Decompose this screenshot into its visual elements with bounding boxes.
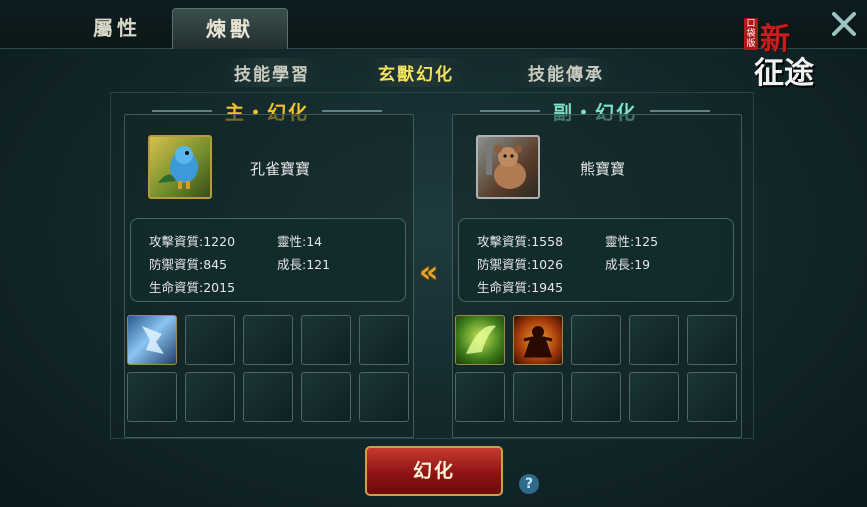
primary-defense: 防禦資質:845 bbox=[149, 257, 228, 272]
peacock-pet-portrait[interactable] bbox=[148, 135, 212, 199]
secondary-pet-name: 熊寶寶 bbox=[580, 160, 626, 178]
primary-skill-slot-2[interactable] bbox=[185, 315, 235, 365]
secondary-skill-slot-3[interactable] bbox=[571, 315, 621, 365]
primary-skill-slot-5[interactable] bbox=[359, 315, 409, 365]
primary-skill-slot-6[interactable] bbox=[127, 372, 177, 422]
primary-life: 生命資質:2015 bbox=[149, 280, 236, 295]
close-icon[interactable] bbox=[830, 10, 858, 38]
primary-stats-box: 攻擊資質:1220 靈性:14 防禦資質:845 成長:121 生命資質:201… bbox=[130, 218, 406, 302]
double-chevron-left-icon: « bbox=[419, 255, 439, 290]
secondary-skill-slot-10[interactable] bbox=[687, 372, 737, 422]
sub-tab-bar: 技能學習 玄獸幻化 技能傳承 bbox=[222, 58, 642, 87]
secondary-skill-slot-1[interactable] bbox=[455, 315, 505, 365]
tab-attributes[interactable]: 屬性 bbox=[60, 8, 174, 48]
secondary-skill-slot-4[interactable] bbox=[629, 315, 679, 365]
logo-edition: 口袋版 bbox=[744, 18, 758, 50]
transform-button[interactable]: 幻化 bbox=[365, 446, 503, 496]
primary-skill-slot-7[interactable] bbox=[185, 372, 235, 422]
secondary-defense: 防禦資質:1026 bbox=[477, 257, 564, 272]
secondary-growth: 成長:19 bbox=[605, 257, 651, 272]
secondary-skill-slot-9[interactable] bbox=[629, 372, 679, 422]
game-logo: 口袋版 新 征途 bbox=[744, 12, 830, 91]
primary-skill-slot-1[interactable] bbox=[127, 315, 177, 365]
secondary-life: 生命資質:1945 bbox=[477, 280, 564, 295]
secondary-skill-slot-6[interactable] bbox=[455, 372, 505, 422]
secondary-skill-slot-8[interactable] bbox=[571, 372, 621, 422]
help-icon[interactable]: ? bbox=[519, 474, 539, 494]
subtab-skill-inherit[interactable]: 技能傳承 bbox=[516, 58, 616, 87]
primary-skill-slot-3[interactable] bbox=[243, 315, 293, 365]
primary-skill-slot-10[interactable] bbox=[359, 372, 409, 422]
tab-beast-refine[interactable]: 煉獸 bbox=[172, 8, 288, 49]
subtab-beast-transform[interactable]: 玄獸幻化 bbox=[366, 58, 466, 87]
primary-spirit: 靈性:14 bbox=[277, 234, 323, 249]
secondary-attack: 攻擊資質:1558 bbox=[477, 234, 564, 249]
primary-skill-slot-9[interactable] bbox=[301, 372, 351, 422]
primary-growth: 成長:121 bbox=[277, 257, 331, 272]
subtab-skill-learn[interactable]: 技能學習 bbox=[222, 58, 322, 87]
bear-pet-portrait[interactable] bbox=[476, 135, 540, 199]
primary-skill-slot-4[interactable] bbox=[301, 315, 351, 365]
secondary-skill-slot-5[interactable] bbox=[687, 315, 737, 365]
primary-skill-slot-8[interactable] bbox=[243, 372, 293, 422]
secondary-skill-slot-7[interactable] bbox=[513, 372, 563, 422]
secondary-skill-slot-2[interactable] bbox=[513, 315, 563, 365]
secondary-spirit: 靈性:125 bbox=[605, 234, 659, 249]
secondary-stats-box: 攻擊資質:1558 靈性:125 防禦資質:1026 成長:19 生命資質:19… bbox=[458, 218, 734, 302]
primary-attack: 攻擊資質:1220 bbox=[149, 234, 236, 249]
logo-title-bottom: 征途 bbox=[754, 56, 814, 91]
primary-pet-name: 孔雀寶寶 bbox=[250, 160, 311, 178]
